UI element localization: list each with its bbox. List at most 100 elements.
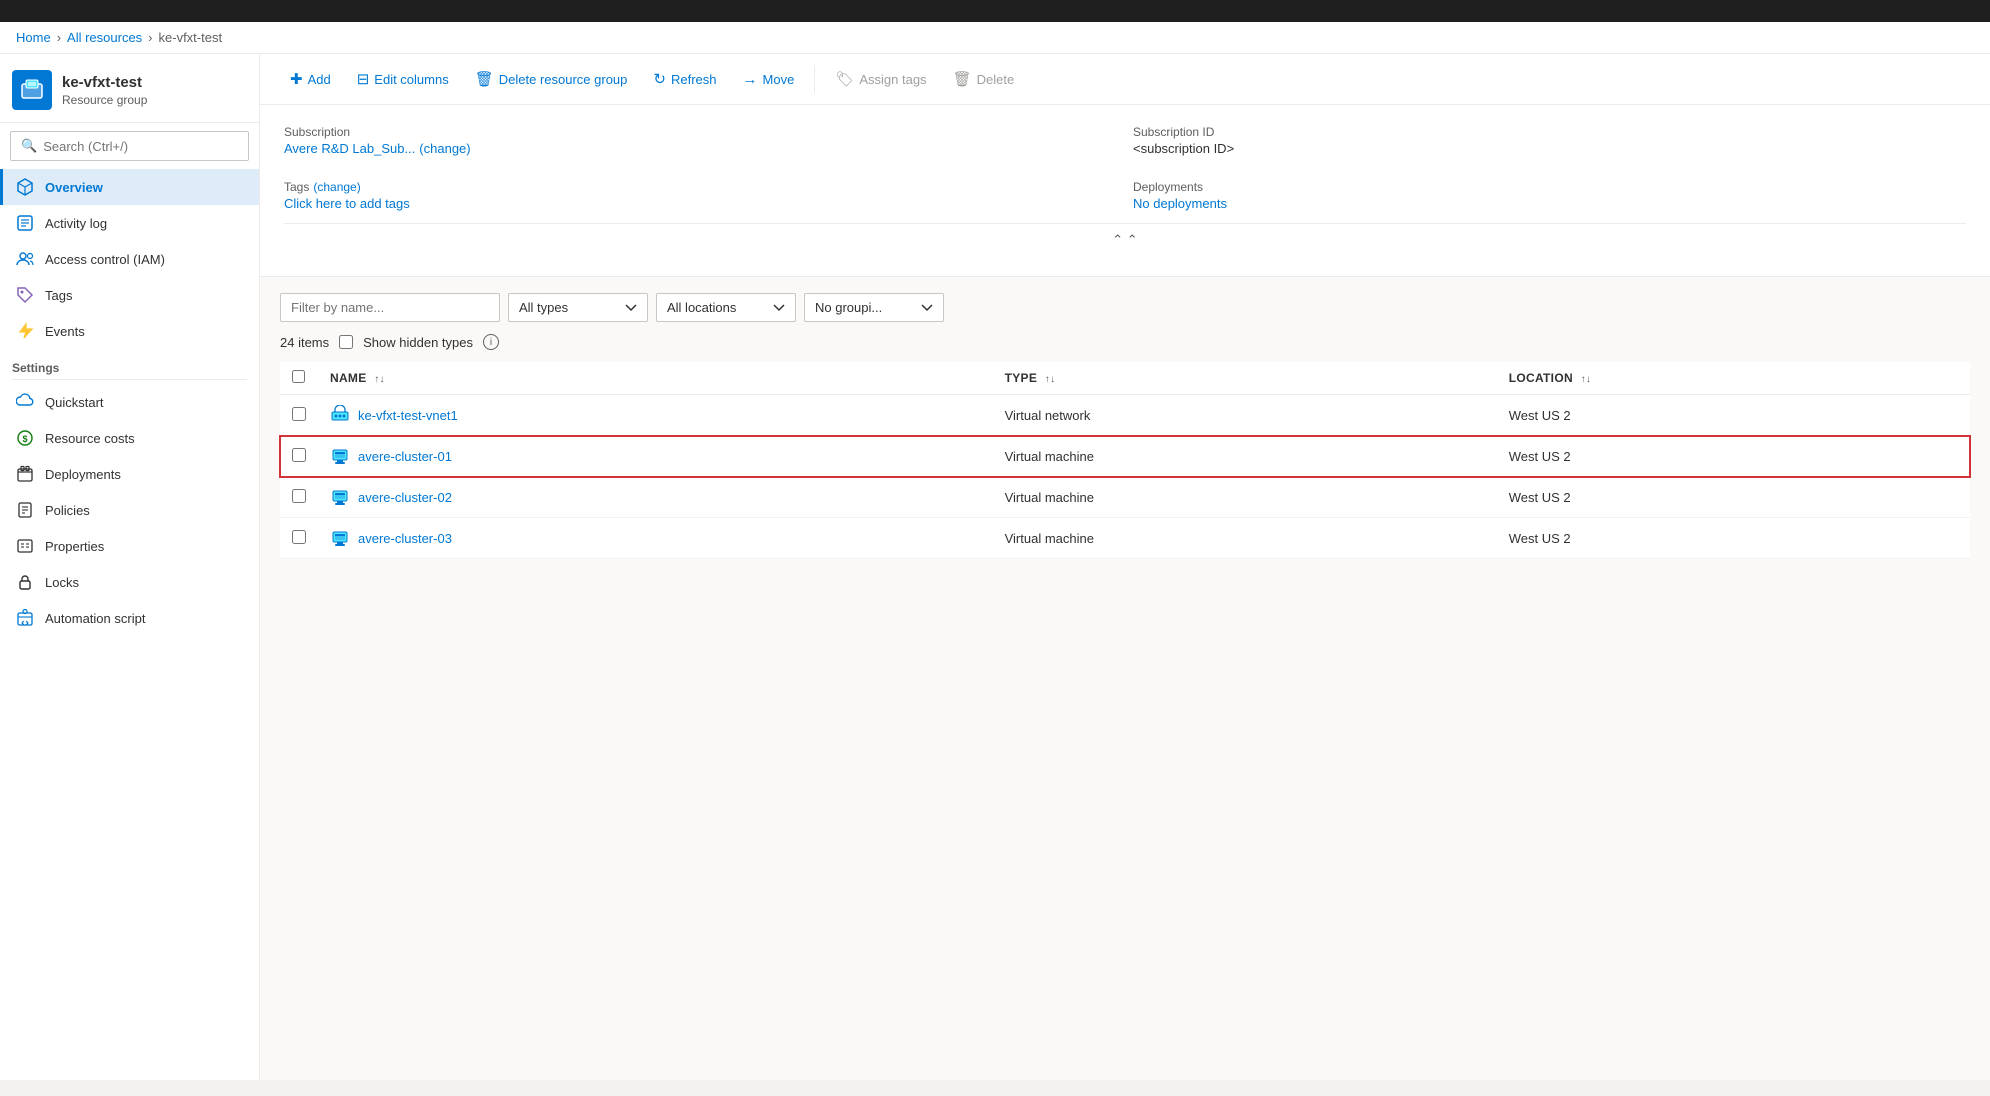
col-location-header: LOCATION ↑↓ bbox=[1497, 362, 1970, 395]
lock-icon bbox=[15, 572, 35, 592]
list-icon bbox=[15, 213, 35, 233]
filter-location-select[interactable]: All locations bbox=[656, 293, 796, 322]
settings-section-label: Settings bbox=[0, 349, 259, 379]
row-location-cell: West US 2 bbox=[1497, 477, 1970, 518]
row-location-cell: West US 2 bbox=[1497, 436, 1970, 477]
table-header-row: NAME ↑↓ TYPE ↑↓ LOCATION ↑↓ bbox=[280, 362, 1970, 395]
sidebar-item-overview-label: Overview bbox=[45, 180, 103, 195]
select-all-cell bbox=[280, 362, 318, 395]
breadcrumb-home[interactable]: Home bbox=[16, 30, 51, 45]
sidebar-item-policies-label: Policies bbox=[45, 503, 90, 518]
resource-type: Resource group bbox=[62, 93, 147, 107]
sidebar-item-deployments[interactable]: Deployments bbox=[0, 456, 259, 492]
delete-resource-group-button[interactable]: 🗑 Delete resource group bbox=[465, 64, 638, 94]
sidebar-item-tags[interactable]: Tags bbox=[0, 277, 259, 313]
sidebar-item-locks[interactable]: Locks bbox=[0, 564, 259, 600]
table-row: avere-cluster-01Virtual machineWest US 2 bbox=[280, 436, 1970, 477]
type-sort-icon[interactable]: ↑↓ bbox=[1045, 374, 1056, 385]
sidebar-item-events-label: Events bbox=[45, 324, 85, 339]
delete-button[interactable]: 🗑 Delete bbox=[943, 64, 1025, 94]
breadcrumb: Home › All resources › ke-vfxt-test bbox=[0, 22, 1990, 54]
location-sort-icon[interactable]: ↑↓ bbox=[1581, 374, 1592, 385]
sidebar-item-properties-label: Properties bbox=[45, 539, 104, 554]
assign-tags-button[interactable]: 🏷 Assign tags bbox=[825, 64, 936, 94]
sidebar-item-overview[interactable]: Overview bbox=[0, 169, 259, 205]
sidebar-title-block: ke-vfxt-test Resource group bbox=[62, 73, 147, 107]
name-sort-icon[interactable]: ↑↓ bbox=[374, 374, 385, 385]
sidebar-item-resource-costs[interactable]: $ Resource costs bbox=[0, 420, 259, 456]
deployments-label: Deployments bbox=[1133, 180, 1966, 194]
sidebar-item-automation[interactable]: Automation script bbox=[0, 600, 259, 636]
row-checkbox-cell bbox=[280, 518, 318, 559]
sidebar-item-iam[interactable]: Access control (IAM) bbox=[0, 241, 259, 277]
collapse-info-button[interactable]: ⌃ ⌃ bbox=[284, 223, 1966, 256]
cloud-icon bbox=[15, 392, 35, 412]
add-button[interactable]: ✚ Add bbox=[280, 64, 341, 94]
filter-grouping-select[interactable]: No groupi... bbox=[804, 293, 944, 322]
resource-name: ke-vfxt-test bbox=[62, 73, 147, 93]
cube-icon bbox=[15, 177, 35, 197]
circle-dollar-icon: $ bbox=[15, 428, 35, 448]
vnet-icon bbox=[330, 405, 350, 425]
sidebar-settings-nav: Quickstart $ Resource costs Deployments … bbox=[0, 384, 259, 636]
sidebar-item-activity-label: Activity log bbox=[45, 216, 107, 231]
search-input[interactable] bbox=[43, 139, 238, 154]
sidebar-item-activity-log[interactable]: Activity log bbox=[0, 205, 259, 241]
row-type-cell: Virtual machine bbox=[993, 477, 1497, 518]
resource-link[interactable]: avere-cluster-03 bbox=[330, 528, 981, 548]
filter-name-input[interactable] bbox=[280, 293, 500, 322]
select-all-checkbox[interactable] bbox=[292, 370, 305, 383]
row-name-cell: ke-vfxt-test-vnet1 bbox=[318, 395, 993, 436]
sidebar-item-automation-label: Automation script bbox=[45, 611, 145, 626]
sidebar-item-events[interactable]: Events bbox=[0, 313, 259, 349]
top-bar bbox=[0, 0, 1990, 22]
sidebar-item-quickstart[interactable]: Quickstart bbox=[0, 384, 259, 420]
move-icon: → bbox=[743, 71, 758, 88]
tags-change: (change) bbox=[313, 180, 360, 194]
columns-icon: ⊟ bbox=[357, 70, 370, 88]
sidebar-item-iam-label: Access control (IAM) bbox=[45, 252, 165, 267]
resource-info-panel: Subscription Avere R&D Lab_Sub... (chang… bbox=[260, 105, 1990, 277]
row-checkbox[interactable] bbox=[292, 489, 306, 503]
deployments-link[interactable]: No deployments bbox=[1133, 196, 1227, 211]
info-icon[interactable]: i bbox=[483, 334, 499, 350]
resource-link[interactable]: ke-vfxt-test-vnet1 bbox=[330, 405, 981, 425]
sidebar-header: ke-vfxt-test Resource group bbox=[0, 54, 259, 123]
resource-name-text: avere-cluster-03 bbox=[358, 531, 452, 546]
breadcrumb-sep2: › bbox=[148, 30, 152, 45]
row-type-cell: Virtual network bbox=[993, 395, 1497, 436]
sidebar-item-properties[interactable]: Properties bbox=[0, 528, 259, 564]
show-hidden-label: Show hidden types bbox=[363, 335, 473, 350]
filter-type-select[interactable]: All types bbox=[508, 293, 648, 322]
tags-section: Tags (change) Click here to add tags bbox=[284, 180, 1117, 211]
row-checkbox[interactable] bbox=[292, 448, 306, 462]
vm-icon bbox=[330, 446, 350, 466]
subscription-value-row: Avere R&D Lab_Sub... (change) bbox=[284, 141, 1117, 156]
properties-icon bbox=[15, 536, 35, 556]
table-row: avere-cluster-02 Virtual machineWest US 2 bbox=[280, 477, 1970, 518]
breadcrumb-sep1: › bbox=[57, 30, 61, 45]
row-checkbox[interactable] bbox=[292, 407, 306, 421]
row-checkbox-cell bbox=[280, 395, 318, 436]
breadcrumb-current: ke-vfxt-test bbox=[159, 30, 223, 45]
show-hidden-checkbox[interactable] bbox=[339, 335, 353, 349]
tag-icon bbox=[15, 285, 35, 305]
subscription-id-section: Subscription ID <subscription ID> bbox=[1133, 125, 1966, 156]
row-name-cell: avere-cluster-01 bbox=[318, 436, 993, 477]
trash-icon: 🗑 bbox=[475, 70, 494, 88]
collapse-icon: ⌃ ⌃ bbox=[1112, 232, 1137, 247]
edit-columns-button[interactable]: ⊟ Edit columns bbox=[347, 64, 459, 94]
breadcrumb-all-resources[interactable]: All resources bbox=[67, 30, 142, 45]
refresh-button[interactable]: ↻ Refresh bbox=[643, 64, 726, 94]
move-button[interactable]: → Move bbox=[733, 65, 805, 94]
resource-link[interactable]: avere-cluster-01 bbox=[330, 446, 981, 466]
resource-link[interactable]: avere-cluster-02 bbox=[330, 487, 981, 507]
add-tags-link[interactable]: Click here to add tags bbox=[284, 196, 410, 211]
resource-group-logo bbox=[12, 70, 52, 110]
subscription-link[interactable]: Avere R&D Lab_Sub... bbox=[284, 141, 415, 156]
sidebar-item-policies[interactable]: Policies bbox=[0, 492, 259, 528]
search-icon: 🔍 bbox=[21, 138, 37, 154]
row-type-cell: Virtual machine bbox=[993, 518, 1497, 559]
row-checkbox[interactable] bbox=[292, 530, 306, 544]
tags-label: Tags (change) bbox=[284, 180, 1117, 194]
